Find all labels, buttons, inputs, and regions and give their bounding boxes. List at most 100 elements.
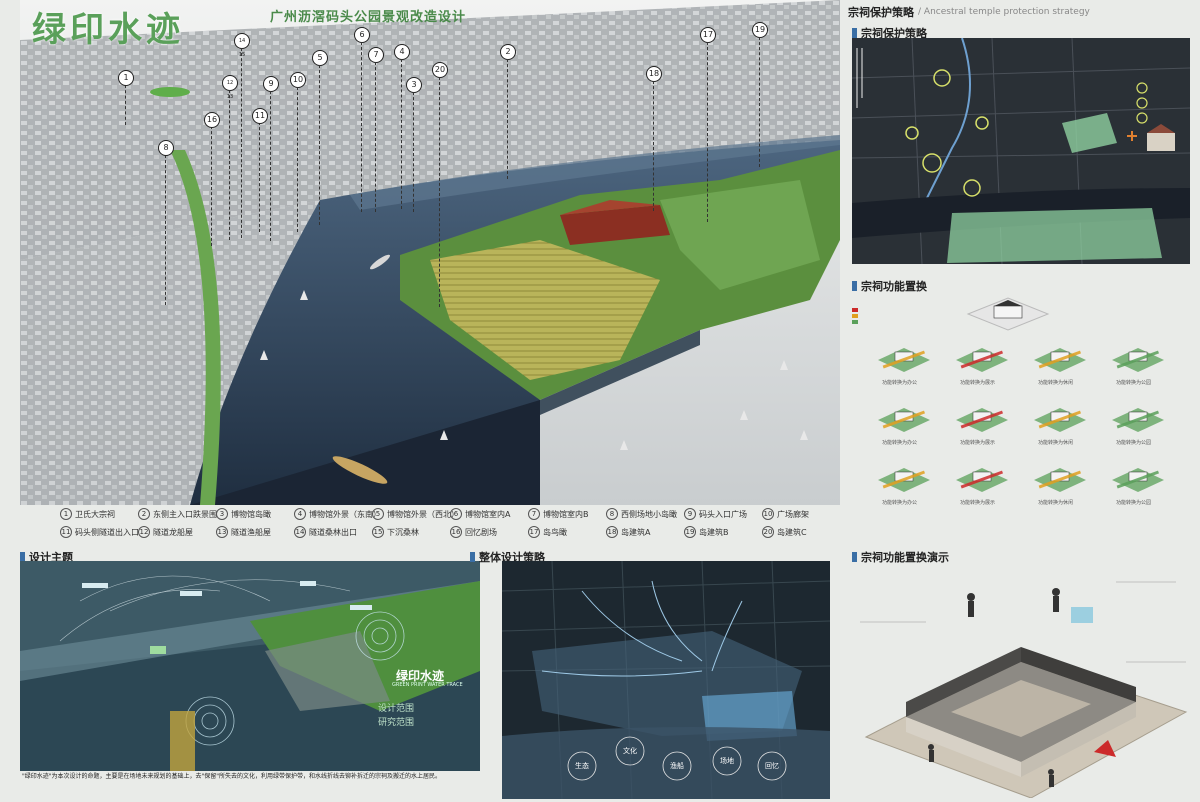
- function-tile-label: 功能转换为休闲: [1038, 379, 1073, 386]
- function-tile-0-3: 功能转换为公园: [1112, 348, 1164, 386]
- legend-number: 14: [294, 526, 306, 538]
- function-tile-label: 功能转换为公园: [1116, 439, 1151, 446]
- callout-19: 19: [752, 22, 768, 38]
- legend-item-20: 20 岛建筑C: [762, 526, 807, 538]
- legend-number: 20: [762, 526, 774, 538]
- section-marker-icon: [852, 28, 857, 38]
- legend-label: 西侧场地小岛瞰: [621, 509, 677, 519]
- legend-number: 4: [294, 508, 306, 520]
- legend-label: 岛鸟瞰: [543, 527, 567, 537]
- function-tile-label: 功能转换为休闲: [1038, 499, 1073, 506]
- legend-number: 6: [450, 508, 462, 520]
- callout-3: 3: [406, 77, 422, 93]
- function-tile-label: 功能转换为办公: [882, 499, 917, 506]
- function-tile-0-2: 功能转换为休闲: [1034, 348, 1086, 386]
- legend-label: 博物馆外景（东南）: [309, 509, 381, 519]
- poster-subtitle: 广州沥滘码头公园景观改造设计: [270, 10, 467, 25]
- legend-item-13: 13 隧道渔船屋: [216, 526, 271, 538]
- callout-11: 11: [252, 108, 268, 124]
- legend-item-2: 2 东侧主入口跌景围: [138, 508, 217, 520]
- legend-label: 码头侧隧道出入口: [75, 527, 139, 537]
- function-tile-label: 功能转换为展示: [960, 499, 995, 506]
- legend-item-6: 6 博物馆室内A: [450, 508, 510, 520]
- callout-20: 20: [432, 62, 448, 78]
- theme-brand-en: GREEN PRINT WATER TRACE: [392, 682, 463, 688]
- demo-illustration-svg: [860, 581, 1188, 799]
- function-tile-label: 功能转换为公园: [1116, 499, 1151, 506]
- ancestral-protection-map: [852, 38, 1190, 264]
- legend-label: 码头入口广场: [699, 509, 747, 519]
- section-marker-icon: [852, 281, 857, 291]
- legend-label: 卫氏大宗祠: [75, 509, 115, 519]
- legend-number: 9: [684, 508, 696, 520]
- ancestral-map-svg: [852, 38, 1190, 264]
- strategy-node-3: 场地: [720, 757, 734, 765]
- function-tile-2-3: 功能转换为公园: [1112, 468, 1164, 506]
- function-tile-2-2: 功能转换为休闲: [1034, 468, 1086, 506]
- legend-label: 岛建筑C: [777, 527, 807, 537]
- callout-16: 16: [204, 112, 220, 128]
- legend-item-18: 18 岛建筑A: [606, 526, 650, 538]
- function-demo-illustration: [846, 562, 1196, 799]
- legend-label: 岛建筑A: [621, 527, 651, 537]
- legend-item-8: 8 西侧场地小岛瞰: [606, 508, 677, 520]
- legend-number: 19: [684, 526, 696, 538]
- callout-1: 1: [118, 70, 134, 86]
- legend-number: 12: [138, 526, 150, 538]
- section-header-ancestral: 宗祠保护策略 / Ancestral temple protection str…: [848, 4, 1090, 20]
- function-tile-label: 功能转换为展示: [960, 439, 995, 446]
- legend-number: 18: [606, 526, 618, 538]
- theme-scope-design: 设计范围: [378, 704, 415, 714]
- legend-number: 8: [606, 508, 618, 520]
- poster-logo: 绿印水迹: [32, 10, 184, 50]
- legend-number: 11: [60, 526, 72, 538]
- legend-number: 16: [450, 526, 462, 538]
- legend-number: 7: [528, 508, 540, 520]
- legend-label: 隧道龙船屋: [153, 527, 193, 537]
- callout-9: 9: [263, 76, 279, 92]
- callout-14-15: 14 15: [234, 33, 250, 58]
- legend-label: 岛建筑B: [699, 527, 729, 537]
- legend-item-1: 1 卫氏大宗祠: [60, 508, 115, 520]
- legend-label: 广场廊架: [777, 509, 809, 519]
- legend-item-3: 3 博物馆岛瞰: [216, 508, 271, 520]
- function-tile-label: 功能转换为办公: [882, 439, 917, 446]
- legend-item-9: 9 码头入口广场: [684, 508, 747, 520]
- function-tile-label: 功能转换为办公: [882, 379, 917, 386]
- strategy-node-0: 生态: [575, 762, 589, 770]
- legend-number: 10: [762, 508, 774, 520]
- legend-number: 15: [372, 526, 384, 538]
- callout-10: 10: [290, 72, 306, 88]
- theme-render-svg: [20, 561, 480, 771]
- legend-label: 东侧主入口跌景围: [153, 509, 217, 519]
- legend-label: 博物馆外景（西北）: [387, 509, 459, 519]
- legend-item-15: 15 下沉桑林: [372, 526, 419, 538]
- legend-number: 1: [60, 508, 72, 520]
- ancestral-en-text: Ancestral temple protection strategy: [923, 7, 1090, 17]
- legend-label: 博物馆岛瞰: [231, 509, 271, 519]
- function-tile-1-1: 功能转换为展示: [956, 408, 1008, 446]
- strategy-node-2: 渔船: [670, 762, 684, 770]
- callout-17: 17: [700, 27, 716, 43]
- callout-2: 2: [500, 44, 516, 60]
- legend-item-12: 12 隧道龙船屋: [138, 526, 193, 538]
- ancestral-en-title: / Ancestral temple protection strategy: [918, 7, 1090, 17]
- theme-scope-research: 研究范围: [378, 718, 415, 728]
- ancestral-title: 宗祠保护策略: [848, 6, 914, 19]
- legend-label: 博物馆室内A: [465, 509, 511, 519]
- callout-8: 8: [158, 140, 174, 156]
- overall-strategy-map: 生态 文化 渔船 场地 回忆: [502, 561, 830, 799]
- strategy-node-4: 回忆: [765, 762, 779, 770]
- legend-label: 博物馆室内B: [543, 509, 589, 519]
- function-tile-label: 功能转换为展示: [960, 379, 995, 386]
- callout-12-13: 12 13: [222, 75, 238, 100]
- legend-item-10: 10 广场廊架: [762, 508, 809, 520]
- design-theme-render: 绿印水迹 GREEN PRINT WATER TRACE 设计范围 研究范围: [20, 561, 480, 771]
- section-marker-icon: [470, 552, 475, 562]
- legend-item-19: 19 岛建筑B: [684, 526, 729, 538]
- function-tile-0-0: 功能转换为办公: [878, 348, 930, 386]
- legend-label: 下沉桑林: [387, 527, 419, 537]
- function-tile-2-0: 功能转换为办公: [878, 468, 930, 506]
- function-tile-label: 功能转换为休闲: [1038, 439, 1073, 446]
- callout-6: 6: [354, 27, 370, 43]
